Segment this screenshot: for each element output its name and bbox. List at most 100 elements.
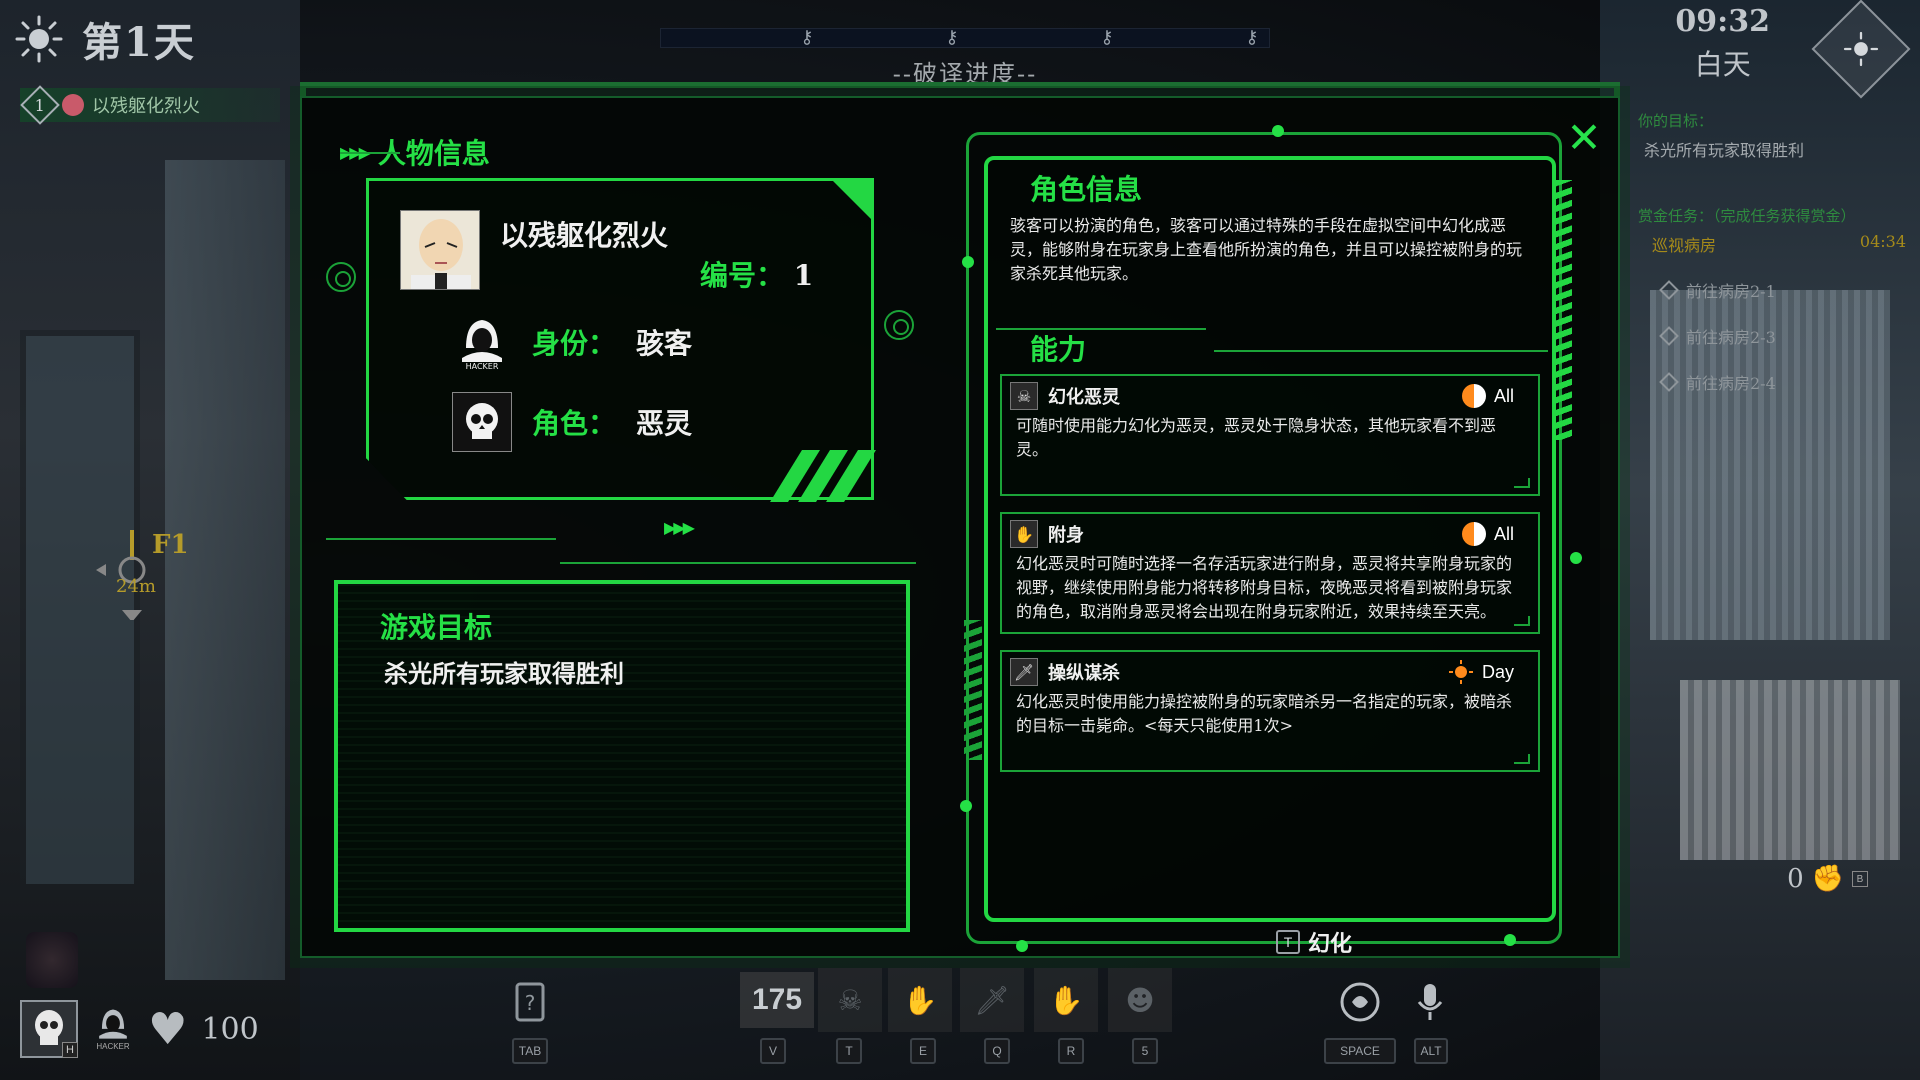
floor-label: F1 (152, 530, 189, 560)
skill-slot-r[interactable]: ✋ (1034, 968, 1098, 1032)
hotkey-r[interactable]: R (1058, 1038, 1084, 1064)
skill-slot-q[interactable]: 🗡 (960, 968, 1024, 1032)
task-goal-text: 杀光所有玩家取得胜利 (1644, 141, 1805, 160)
hacker-icon: HACKER (452, 312, 512, 372)
day-indicator: 第1天 (14, 10, 196, 68)
skill-slot-e[interactable]: ✋ (888, 968, 952, 1032)
skill-slot-5[interactable]: ☻ (1108, 968, 1172, 1032)
day-label: 第1天 (82, 19, 196, 66)
ability-card[interactable]: 🗡 操纵谋杀 Day 幻化恶灵时使用能力操控被附身的玩家暗杀另一名指定的玩家，被… (1000, 650, 1540, 772)
clock: 09:32 白天 (1675, 4, 1770, 83)
ammo-counter: 175 (740, 972, 814, 1028)
clock-time: 09:32 (1675, 4, 1770, 39)
transform-key: T (1276, 930, 1300, 954)
patrol-timer: 04:34 (1859, 232, 1906, 251)
help-icon[interactable]: ? (498, 976, 562, 1028)
coin-count: 0 (1787, 864, 1804, 894)
voice-icon[interactable] (1328, 976, 1392, 1028)
role-section-title: 角色信息 (1030, 173, 1143, 206)
task-tracker: 你的目标： 杀光所有玩家取得胜利 赏金任务：（完成任务获得赏金） 巡视病房 04… (1628, 110, 1920, 394)
key-icon: ⚷ (1100, 27, 1114, 48)
ghost-icon: ☠ (1010, 382, 1038, 410)
faction-emblem (26, 932, 78, 988)
dot-decoration (1504, 934, 1516, 946)
hotkey-v[interactable]: V (760, 1038, 786, 1064)
player-number: 1 (34, 95, 46, 115)
ability-tag: Day (1448, 659, 1528, 685)
ability-card[interactable]: ☠ 幻化恶灵 All 可随时使用能力幻化为恶灵，恶灵处于隐身状态，其他玩家看不到… (1000, 374, 1540, 496)
hacker-mini-label: HACKER (96, 1042, 130, 1051)
task-goal-title: 你的目标： (1638, 112, 1714, 130)
task-item: 前往病房2-1 (1628, 278, 1920, 302)
skull-icon[interactable]: H (20, 1000, 78, 1058)
ring-decoration (326, 262, 356, 292)
stripe-decoration (964, 620, 982, 760)
task-item-label: 前往病房2-4 (1686, 374, 1776, 393)
player-status: H HACKER ♥ 100 (20, 1000, 259, 1058)
task-item-label: 前往病房2-3 (1686, 328, 1776, 347)
hacker-icon: HACKER (92, 1002, 134, 1056)
panel-frame (300, 82, 1620, 96)
card-stripes-decoration (770, 450, 876, 502)
sun-icon (15, 15, 63, 63)
distance-label: 24m (116, 576, 156, 597)
ability-tag: All (1461, 384, 1528, 408)
transform-button[interactable]: T 幻化 (1276, 926, 1352, 958)
role-description: 骇客可以扮演的角色，骇客可以通过特殊的手段在虚拟空间中幻化成恶灵，能够附身在玩家… (1010, 216, 1523, 283)
dot-decoration (1570, 552, 1582, 564)
corner-decoration (1514, 754, 1530, 764)
divider (560, 562, 916, 564)
player-name: 以残躯化烈火 (92, 96, 200, 117)
number-value: 1 (793, 259, 814, 292)
role-label: 角色： (532, 407, 617, 440)
ability-name: 附身 (1048, 525, 1084, 546)
corner-decoration (1514, 616, 1530, 626)
divider (1214, 350, 1548, 352)
dot-decoration (1272, 125, 1284, 137)
hotkey-alt[interactable]: ALT (1414, 1038, 1448, 1064)
hotkey-5[interactable]: 5 (1132, 1038, 1158, 1064)
ability-tag-label: All (1493, 523, 1514, 544)
coin-icon: ✊ (1811, 864, 1844, 894)
heart-icon: ♥ (148, 1003, 188, 1055)
sun-icon (1843, 31, 1879, 67)
ability-description: 幻化恶灵时可随时选择一名存活玩家进行附身，恶灵将共享附身玩家的视野，继续使用附身… (1016, 554, 1513, 621)
hotkey-space[interactable]: SPACE (1324, 1038, 1396, 1064)
ability-tag: All (1461, 522, 1528, 546)
dot-decoration (960, 800, 972, 812)
goal-text: 杀光所有玩家取得胜利 (384, 659, 624, 688)
ability-section-title: 能力 (1030, 333, 1087, 366)
hotkey-q[interactable]: Q (984, 1038, 1010, 1064)
hotkey-t[interactable]: T (836, 1038, 862, 1064)
waypoint-icon (1659, 326, 1679, 346)
hotkey-e[interactable]: E (910, 1038, 936, 1064)
hacker-icon-text: HACKER (466, 362, 499, 370)
day-night-icon (1461, 522, 1486, 546)
svg-text:?: ? (525, 991, 536, 1015)
background-radiator (1680, 680, 1900, 860)
key-icon: ⚷ (800, 27, 814, 48)
microphone-icon[interactable] (1398, 976, 1462, 1028)
ability-name: 幻化恶灵 (1048, 387, 1120, 408)
divider (340, 152, 400, 154)
close-button[interactable]: ✕ (1564, 117, 1604, 160)
player-chip[interactable]: 1 以残躯化烈火 (20, 85, 280, 125)
ghost-mask-icon[interactable]: ☠ (818, 968, 882, 1032)
character-name: 以残躯化烈火 (500, 219, 669, 252)
identity-row: HACKER 身份： 骇客 (452, 312, 692, 372)
arrows-icon: ▶▶▶ (664, 518, 695, 537)
hotkey-tab[interactable]: TAB (512, 1038, 548, 1064)
waypoint-icon (1659, 372, 1679, 392)
task-item-label: 前往病房2-1 (1686, 282, 1776, 301)
divider (326, 538, 556, 540)
role-row: 角色： 恶灵 (452, 392, 692, 452)
identity-value: 骇客 (636, 327, 693, 360)
goal-section-title: 游戏目标 (380, 611, 493, 644)
ability-card[interactable]: ✋ 附身 All 幻化恶灵时可随时选择一名存活玩家进行附身，恶灵将共享附身玩家的… (1000, 512, 1540, 634)
dot-decoration (1016, 940, 1028, 952)
character-number: 编号： 1 (700, 254, 813, 294)
currency: 0 ✊ B (1787, 864, 1868, 894)
hotkey-b[interactable]: B (1852, 871, 1868, 887)
ability-description: 幻化恶灵时使用能力操控被附身的玩家暗杀另一名指定的玩家，被暗杀的目标一击毙命。<… (1016, 692, 1513, 735)
objective-marker-icon (96, 530, 146, 622)
